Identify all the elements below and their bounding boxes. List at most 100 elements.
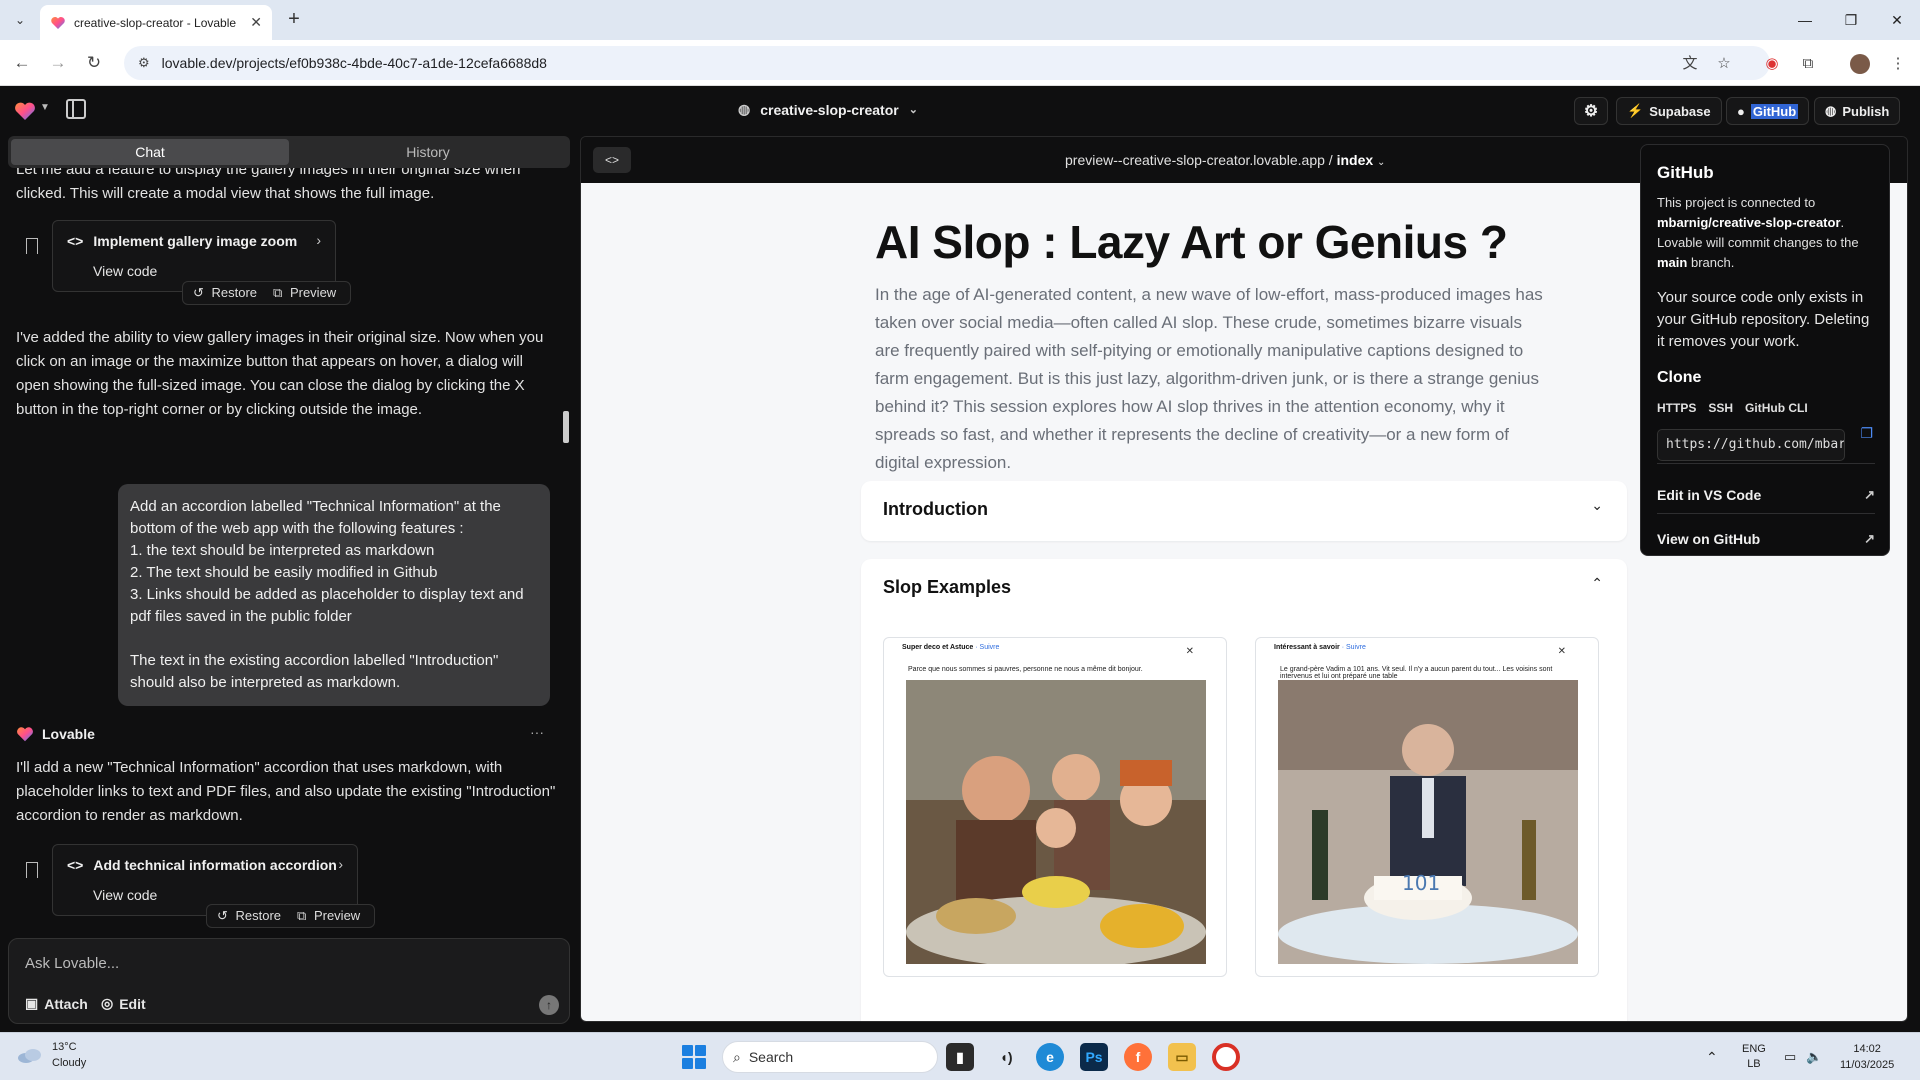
example-image[interactable]: Intéressant à savoir · Suivre ✕ Le grand… — [1255, 637, 1599, 977]
bookmark-icon[interactable] — [26, 862, 38, 878]
tab-chat[interactable]: Chat — [11, 139, 289, 165]
view-code-link[interactable]: View code — [93, 263, 157, 279]
cloud-icon — [18, 1049, 41, 1063]
chat-scrollbar[interactable] — [563, 411, 569, 443]
chat-composer[interactable]: Ask Lovable... ▣ Attach ◎ Edit ↑ — [8, 938, 570, 1024]
restore-window-icon[interactable]: ❐ — [1828, 0, 1874, 40]
github-button[interactable]: ● GitHub — [1726, 97, 1810, 125]
external-link-icon: ↗ — [1864, 531, 1875, 546]
accordion-slop-examples[interactable]: Slop Examples ⌃ Super deco et Astuce · S… — [861, 559, 1627, 1021]
weather-desc: Cloudy — [52, 1057, 87, 1069]
windows-start-icon[interactable] — [682, 1045, 706, 1069]
post-header: Super deco et Astuce · Suivre — [902, 644, 1000, 651]
family-photo — [906, 680, 1206, 964]
site-info-icon[interactable]: ⚙ — [138, 55, 150, 71]
back-icon[interactable]: ← — [10, 51, 34, 75]
app-header: ▼ ◍ creative-slop-creator ⌄ ⚙ ⚡ Supabase… — [0, 86, 1920, 136]
tab-github-cli[interactable]: GitHub CLI — [1745, 401, 1808, 415]
browser-tabbar: ⌄ creative-slop-creator - Lovable ✕ + — … — [0, 0, 1920, 40]
view-on-github-link[interactable]: View on GitHub ↗ — [1657, 531, 1875, 547]
chat-input[interactable]: Ask Lovable... — [25, 955, 119, 972]
edit-in-vscode-link[interactable]: Edit in VS Code ↗ — [1657, 487, 1875, 503]
restore-button[interactable]: ↺ Restore — [189, 285, 265, 301]
page-intro: In the age of AI-generated content, a ne… — [875, 285, 1543, 472]
file-explorer-icon[interactable]: ▭ — [1168, 1043, 1196, 1071]
tab-history[interactable]: History — [289, 139, 567, 165]
preview-button[interactable]: ⧉ Preview — [293, 908, 368, 924]
card-actions: ↺ Restore ⧉ Preview — [206, 904, 376, 928]
publish-button[interactable]: ◍ Publish — [1814, 97, 1901, 125]
view-code-link[interactable]: View code — [93, 887, 157, 903]
card-actions: ↺ Restore ⧉ Preview — [182, 281, 352, 305]
code-icon: <> — [67, 857, 84, 873]
translate-icon[interactable]: 文 — [1678, 52, 1702, 76]
task-view-icon[interactable]: ▮ — [946, 1043, 974, 1071]
supabase-button[interactable]: ⚡ Supabase — [1616, 97, 1722, 125]
edge-icon[interactable]: e — [1036, 1043, 1064, 1071]
attach-button[interactable]: ▣ Attach — [25, 995, 88, 1012]
edit-button[interactable]: ◎ Edit — [101, 995, 146, 1012]
restore-button[interactable]: ↺ Restore — [213, 908, 289, 924]
tab-search-chevron-icon[interactable]: ⌄ — [8, 8, 32, 32]
volume-icon[interactable]: 🔈 — [1806, 1033, 1822, 1080]
address-bar[interactable]: ⚙ lovable.dev/projects/ef0b938c-4bde-40c… — [124, 46, 1770, 80]
record-extension-icon[interactable]: ◉ — [1760, 52, 1784, 76]
github-label: GitHub — [1750, 103, 1799, 119]
lovable-heart-icon — [51, 16, 65, 29]
minimize-icon[interactable]: — — [1782, 0, 1828, 40]
preview-button[interactable]: ⧉ Preview — [269, 285, 344, 301]
photoshop-icon[interactable]: Ps — [1080, 1043, 1108, 1071]
firefox-icon[interactable]: f — [1124, 1043, 1152, 1071]
supabase-bolt-icon: ⚡ — [1627, 103, 1644, 118]
settings-button[interactable]: ⚙ — [1574, 97, 1608, 125]
chevron-down-icon[interactable]: ▼ — [40, 102, 50, 113]
branch-name: main — [1657, 255, 1688, 270]
code-view-toggle[interactable]: <> — [593, 147, 631, 173]
user-message: Add an accordion labelled "Technical Inf… — [118, 484, 550, 706]
chrome-icon[interactable] — [1212, 1043, 1240, 1071]
close-tab-icon[interactable]: ✕ — [250, 14, 262, 31]
bookmark-star-icon[interactable]: ☆ — [1712, 52, 1736, 76]
chevron-right-icon: › — [338, 856, 343, 872]
example-image[interactable]: Super deco et Astuce · Suivre ✕ Parce qu… — [883, 637, 1227, 977]
reload-icon[interactable]: ↻ — [82, 51, 106, 75]
tab-https[interactable]: HTTPS — [1657, 401, 1696, 415]
browser-toolbar: ← → ↻ ⚙ lovable.dev/projects/ef0b938c-4b… — [0, 40, 1920, 86]
chevron-down-icon: ⌄ — [908, 104, 918, 116]
accordion-title: Slop Examples — [883, 577, 1012, 597]
chrome-menu-icon[interactable]: ⋮ — [1886, 52, 1910, 76]
clone-heading: Clone — [1657, 369, 1702, 386]
extensions-icon[interactable]: ⧉ — [1796, 52, 1820, 76]
accordion-introduction[interactable]: Introduction ⌄ — [861, 481, 1627, 541]
more-options-icon[interactable]: ··· — [530, 724, 544, 740]
network-icon[interactable]: ▭ — [1784, 1033, 1796, 1080]
profile-avatar[interactable] — [1848, 52, 1872, 76]
preview-url[interactable]: preview--creative-slop-creator.lovable.a… — [1065, 152, 1385, 168]
bookmark-icon[interactable] — [26, 238, 38, 254]
forward-icon[interactable]: → — [46, 51, 70, 75]
external-link-icon: ↗ — [1864, 487, 1875, 502]
action-card-label: Add technical information accordion — [93, 857, 337, 873]
sidebar-toggle-icon[interactable] — [66, 99, 86, 119]
taskbar-search[interactable]: ⌕ Search — [722, 1041, 938, 1073]
weather-widget[interactable]: 13°C Cloudy — [16, 1039, 86, 1071]
send-button[interactable]: ↑ — [539, 995, 559, 1015]
repo-name: mbarnig/creative-slop-creator — [1657, 215, 1841, 230]
chevron-down-icon: ⌄ — [1591, 497, 1603, 513]
audio-app-icon[interactable]: ◖) — [992, 1043, 1020, 1071]
browser-tab[interactable]: creative-slop-creator - Lovable ✕ — [40, 5, 272, 40]
code-icon: <> — [67, 233, 84, 249]
preview-page-select[interactable]: index — [1337, 152, 1374, 168]
tab-ssh[interactable]: SSH — [1708, 401, 1733, 415]
language-indicator[interactable]: ENG LB — [1742, 1033, 1766, 1080]
new-tab-icon[interactable]: + — [282, 8, 306, 32]
lovable-logo-icon[interactable] — [14, 101, 36, 121]
globe-icon: ◍ — [738, 101, 751, 117]
clone-url-field[interactable]: https://github.com/mbarnig/creative-slop… — [1657, 429, 1845, 461]
divider — [1657, 513, 1875, 514]
close-window-icon[interactable]: ✕ — [1874, 0, 1920, 40]
project-switcher[interactable]: ◍ creative-slop-creator ⌄ — [738, 101, 918, 118]
tray-chevron-icon[interactable]: ⌃ — [1706, 1033, 1718, 1080]
copy-icon[interactable]: ❐ — [1860, 425, 1873, 442]
clock[interactable]: 14:02 11/03/2025 — [1840, 1033, 1894, 1080]
